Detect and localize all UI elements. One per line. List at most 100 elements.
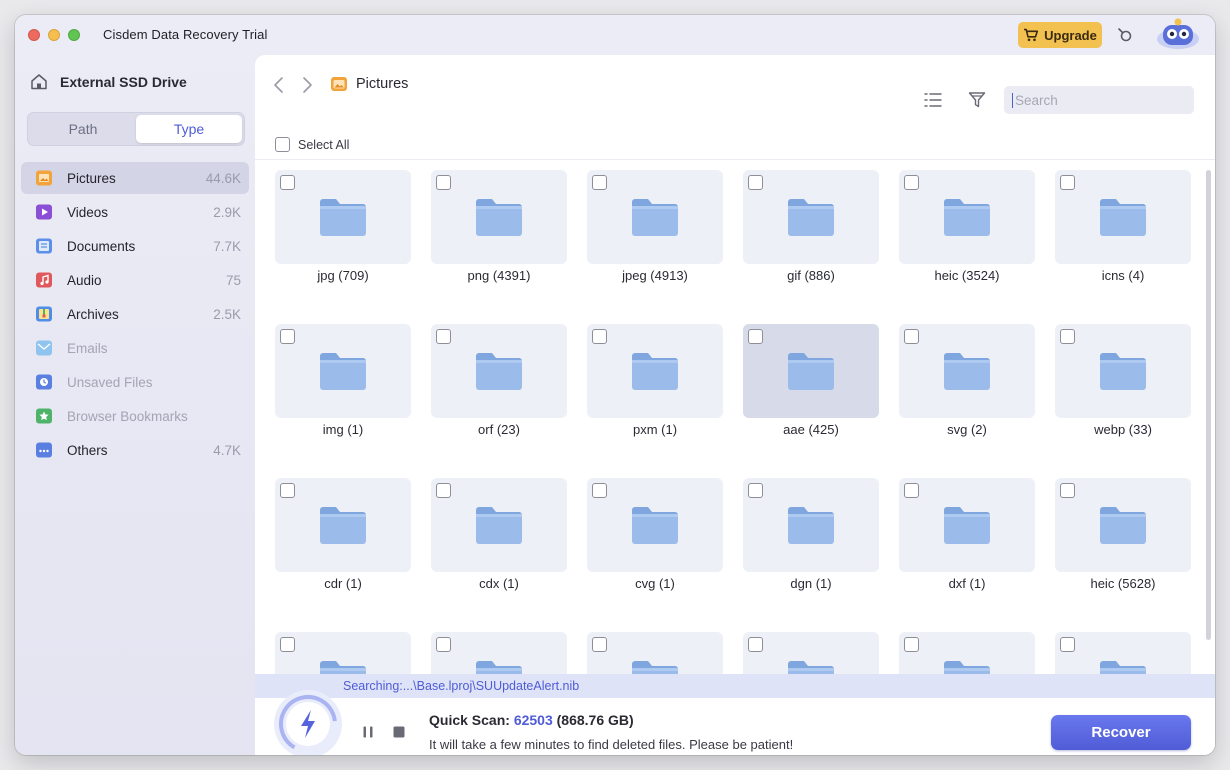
file-type-tile[interactable] [431,170,567,264]
tile-checkbox[interactable] [1060,483,1075,498]
folder-icon [1100,353,1146,390]
tile-checkbox[interactable] [748,329,763,344]
tile-checkbox[interactable] [904,329,919,344]
file-type-tile[interactable] [587,632,723,674]
folder-icon [476,199,522,236]
file-type-tile[interactable] [1055,478,1191,572]
upgrade-button[interactable]: Upgrade [1018,22,1102,48]
folder-icon [1100,507,1146,544]
pause-icon[interactable] [361,725,375,739]
folder-icon [788,199,834,236]
sidebar-item-label: Unsaved Files [67,374,153,390]
archives-icon [36,306,52,322]
title-bar: Cisdem Data Recovery Trial Upgrade [15,15,1215,55]
select-all[interactable]: Select All [275,137,349,152]
tile-checkbox[interactable] [436,637,451,652]
file-type-tile[interactable] [899,170,1035,264]
tab-path[interactable]: Path [30,115,136,143]
file-type-tile[interactable] [1055,324,1191,418]
tile-checkbox[interactable] [436,329,451,344]
file-type-tile[interactable] [743,478,879,572]
tile-checkbox[interactable] [748,175,763,190]
tile-checkbox[interactable] [280,637,295,652]
file-type-tile[interactable] [431,478,567,572]
filter-icon[interactable] [968,91,986,109]
tile-checkbox[interactable] [436,175,451,190]
file-type-tile[interactable] [899,478,1035,572]
sidebar-item-unsaved-files[interactable]: Unsaved Files [21,366,249,398]
file-type-label: img (1) [322,422,364,437]
folder-icon [320,199,366,236]
file-type-tile[interactable] [899,324,1035,418]
tile-checkbox[interactable] [904,175,919,190]
sidebar-item-documents[interactable]: Documents 7.7K [21,230,249,262]
tab-type[interactable]: Type [136,115,242,143]
file-type-tile[interactable] [275,478,411,572]
folder-icon [944,507,990,544]
select-all-checkbox[interactable] [275,137,290,152]
file-type-tile[interactable] [1055,632,1191,674]
file-type-tile[interactable] [275,170,411,264]
home-icon [31,74,47,90]
recover-button[interactable]: Recover [1051,715,1191,750]
tile-checkbox[interactable] [280,483,295,498]
scan-file-count: 62503 [513,712,553,728]
app-window: Cisdem Data Recovery Trial Upgrade Exter… [15,15,1215,755]
searching-path: Searching:...\Base.lproj\SUUpdateAlert.n… [343,679,580,693]
file-type-label: cvg (1) [635,576,675,591]
file-type-tile[interactable] [743,324,879,418]
refresh-icon[interactable] [1116,26,1134,44]
sidebar-item-label: Others [67,442,108,458]
tile-checkbox[interactable] [592,483,607,498]
file-type-tile[interactable] [743,170,879,264]
maximize-window-button[interactable] [68,29,80,41]
file-type-tile[interactable] [431,632,567,674]
close-window-button[interactable] [28,29,40,41]
tile-checkbox[interactable] [904,637,919,652]
back-icon[interactable] [272,76,286,94]
sidebar-item-others[interactable]: Others 4.7K [21,434,249,466]
tile-checkbox[interactable] [592,175,607,190]
pictures-icon [36,170,52,186]
file-type-tile[interactable] [743,632,879,674]
tile-checkbox[interactable] [1060,329,1075,344]
file-type-label: orf (23) [478,422,520,437]
tile-checkbox[interactable] [592,637,607,652]
file-type-tile[interactable] [587,170,723,264]
avatar-mascot-icon[interactable] [1155,17,1201,49]
file-type-tile[interactable] [275,632,411,674]
select-all-label: Select All [298,137,350,152]
tile-checkbox[interactable] [748,637,763,652]
tile-checkbox[interactable] [1060,637,1075,652]
tile-checkbox[interactable] [280,175,295,190]
minimize-window-button[interactable] [48,29,60,41]
list-view-icon[interactable] [924,91,942,109]
sidebar-item-videos[interactable]: Videos 2.9K [21,196,249,228]
sidebar-item-audio[interactable]: Audio 75 [21,264,249,296]
file-type-tile[interactable] [587,478,723,572]
file-type-tile[interactable] [587,324,723,418]
tile-checkbox[interactable] [1060,175,1075,190]
tile-checkbox[interactable] [436,483,451,498]
file-type-tile[interactable] [1055,170,1191,264]
stop-icon[interactable] [392,725,406,739]
sidebar-item-emails[interactable]: Emails [21,332,249,364]
drive-header[interactable]: External SSD Drive [30,73,187,90]
sidebar-item-pictures[interactable]: Pictures 44.6K [21,162,249,194]
sidebar-item-browser-bookmarks[interactable]: Browser Bookmarks [21,400,249,432]
search-box [1004,86,1194,114]
forward-icon[interactable] [300,76,314,94]
tile-checkbox[interactable] [280,329,295,344]
file-type-tile[interactable] [275,324,411,418]
file-type-tile[interactable] [899,632,1035,674]
search-input[interactable] [1012,92,1192,108]
sidebar-item-archives[interactable]: Archives 2.5K [21,298,249,330]
file-type-label: pxm (1) [632,422,678,437]
file-type-tile[interactable] [431,324,567,418]
tile-checkbox[interactable] [592,329,607,344]
sidebar-item-count: 7.7K [213,238,241,254]
vertical-scrollbar[interactable] [1206,170,1211,640]
folder-icon [476,507,522,544]
tile-checkbox[interactable] [904,483,919,498]
tile-checkbox[interactable] [748,483,763,498]
